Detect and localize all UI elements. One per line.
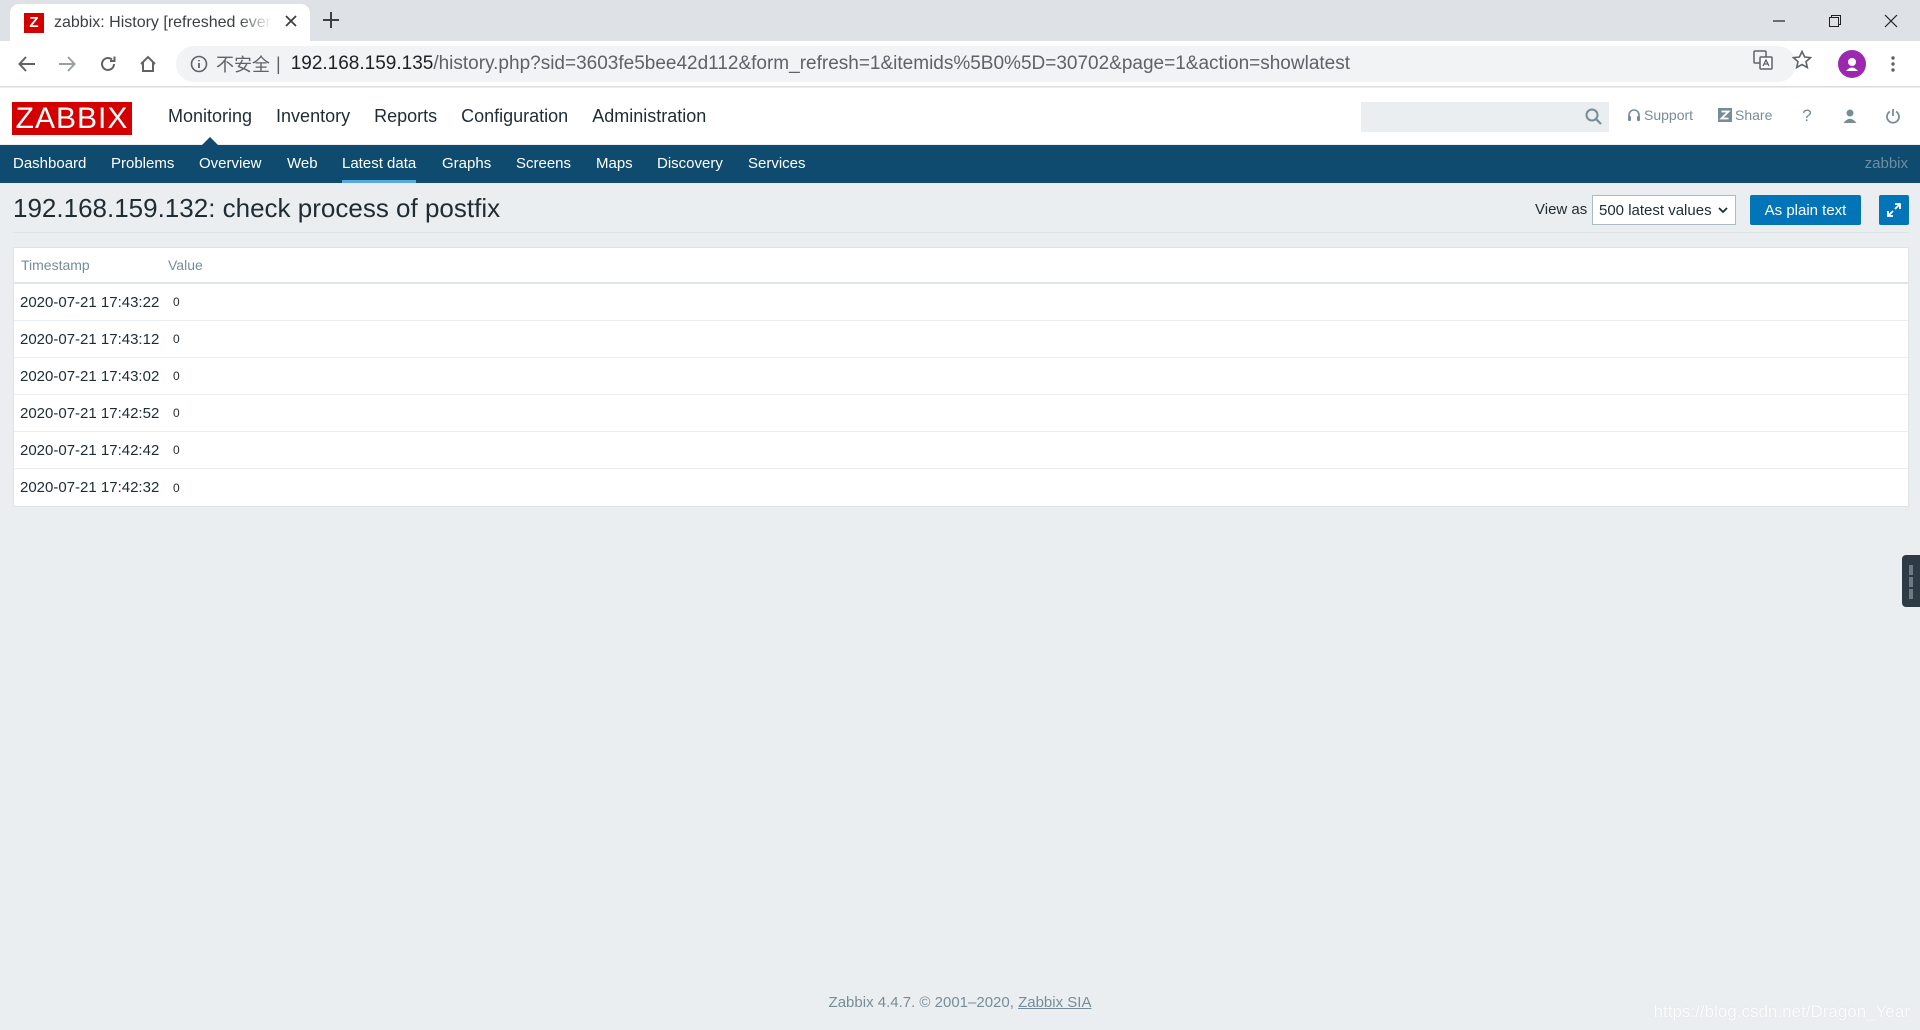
view-as-select[interactable]: 500 latest values <box>1592 195 1736 225</box>
timestamp-cell: 2020-07-21 17:42:52 <box>20 404 160 422</box>
subnav-problems[interactable]: Problems <box>111 145 174 183</box>
view-as-selected-value: 500 latest values <box>1599 201 1712 219</box>
global-search-input[interactable] <box>1361 102 1609 132</box>
forward-icon[interactable] <box>52 49 82 79</box>
support-link[interactable]: Support <box>1627 107 1693 123</box>
headset-icon <box>1628 109 1640 121</box>
value-cell: 0 <box>173 295 180 309</box>
table-row: 2020-07-21 17:43:12 0 <box>14 321 1908 358</box>
watermark: https://blog.csdn.net/Dragon_Year <box>1653 1002 1910 1021</box>
timestamp-cell: 2020-07-21 17:43:22 <box>20 293 160 311</box>
separator: | <box>276 53 281 74</box>
divider <box>13 232 1909 233</box>
menu-reports[interactable]: Reports <box>362 88 449 145</box>
tab-close-icon[interactable] <box>284 11 298 34</box>
subnav-maps[interactable]: Maps <box>596 145 633 183</box>
info-icon <box>190 55 208 73</box>
menu-inventory[interactable]: Inventory <box>264 88 362 145</box>
subnav-overview[interactable]: Overview <box>199 145 262 183</box>
value-cell: 0 <box>173 443 180 457</box>
table-row: 2020-07-21 17:42:32 0 <box>14 469 1908 506</box>
bookmark-star-icon[interactable] <box>1791 49 1813 71</box>
footer-text: Zabbix 4.4.7. © 2001–2020, <box>828 994 1014 1011</box>
help-icon[interactable]: ? <box>1795 104 1819 128</box>
side-panel-handle[interactable] <box>1902 555 1920 607</box>
table-row: 2020-07-21 17:42:52 0 <box>14 395 1908 432</box>
reload-icon[interactable] <box>93 49 123 79</box>
menu-configuration[interactable]: Configuration <box>449 88 580 145</box>
column-header-timestamp: Timestamp <box>21 257 90 273</box>
subnav-graphs[interactable]: Graphs <box>442 145 491 183</box>
timestamp-cell: 2020-07-21 17:43:02 <box>20 367 160 385</box>
subnav-screens[interactable]: Screens <box>516 145 571 183</box>
table-header: Timestamp Value <box>14 248 1908 284</box>
security-label: 不安全 <box>216 55 270 75</box>
support-label: Support <box>1644 107 1694 123</box>
sub-navigation: Dashboard Problems Overview Web Latest d… <box>0 145 1920 183</box>
table-row: 2020-07-21 17:43:02 0 <box>14 358 1908 395</box>
fullscreen-icon[interactable] <box>1879 195 1909 225</box>
window-minimize-icon[interactable] <box>1750 0 1808 41</box>
url-path: /history.php?sid=3603fe5bee42d112&form_r… <box>433 53 1351 74</box>
new-tab-icon[interactable] <box>322 6 340 34</box>
browser-tab-bar: Z zabbix: History [refreshed every <box>0 0 1920 41</box>
subnav-dashboard[interactable]: Dashboard <box>13 145 86 183</box>
profile-avatar-icon[interactable] <box>1838 50 1866 78</box>
zabbix-logo[interactable]: ZABBIX <box>12 102 132 135</box>
back-icon[interactable] <box>12 49 42 79</box>
menu-administration[interactable]: Administration <box>580 88 718 145</box>
zabbix-header: ZABBIX Monitoring Inventory Reports Conf… <box>0 88 1920 145</box>
subnav-web[interactable]: Web <box>287 145 318 183</box>
window-close-icon[interactable] <box>1862 0 1920 41</box>
search-icon[interactable] <box>1584 107 1604 127</box>
sign-out-power-icon[interactable] <box>1881 104 1905 128</box>
value-cell: 0 <box>173 332 180 346</box>
subnav-services[interactable]: Services <box>748 145 806 183</box>
as-plain-text-button[interactable]: As plain text <box>1750 195 1861 225</box>
footer: Zabbix 4.4.7. © 2001–2020, Zabbix SIA <box>0 994 1920 1011</box>
share-link[interactable]: Share <box>1718 107 1772 123</box>
timestamp-cell: 2020-07-21 17:43:12 <box>20 330 160 348</box>
value-cell: 0 <box>173 406 180 420</box>
browser-menu-icon[interactable] <box>1880 51 1906 77</box>
footer-zabbix-link[interactable]: Zabbix SIA <box>1018 994 1091 1011</box>
timestamp-cell: 2020-07-21 17:42:42 <box>20 441 160 459</box>
table-row: 2020-07-21 17:42:42 0 <box>14 432 1908 469</box>
value-cell: 0 <box>173 480 180 495</box>
share-label: Share <box>1735 107 1773 123</box>
timestamp-cell: 2020-07-21 17:42:32 <box>20 479 160 496</box>
share-z-icon <box>1718 108 1732 122</box>
omnibox[interactable]: 不安全 | 192.168.159.135/history.php?sid=36… <box>176 46 1796 82</box>
history-table: Timestamp Value 2020-07-21 17:43:22 0 20… <box>13 247 1909 507</box>
browser-address-bar: 不安全 | 192.168.159.135/history.php?sid=36… <box>0 41 1920 87</box>
security-indicator[interactable]: 不安全 <box>190 51 270 77</box>
window-restore-icon[interactable] <box>1806 0 1864 41</box>
server-name: zabbix <box>1864 155 1908 172</box>
subnav-discovery[interactable]: Discovery <box>657 145 723 183</box>
chevron-down-icon <box>1718 207 1728 214</box>
page-title: 192.168.159.132: check process of postfi… <box>13 193 501 223</box>
column-header-value: Value <box>168 257 203 273</box>
value-cell: 0 <box>173 369 180 383</box>
translate-icon[interactable] <box>1752 49 1774 71</box>
url-text[interactable]: 192.168.159.135/history.php?sid=3603fe5b… <box>291 53 1350 75</box>
zabbix-favicon-icon: Z <box>24 12 44 33</box>
home-icon[interactable] <box>133 49 163 79</box>
top-menu: Monitoring Inventory Reports Configurati… <box>156 88 718 145</box>
menu-monitoring[interactable]: Monitoring <box>156 88 264 145</box>
user-profile-icon[interactable] <box>1838 104 1862 128</box>
view-as-label: View as <box>1535 201 1588 218</box>
table-row: 2020-07-21 17:43:22 0 <box>14 284 1908 321</box>
url-host: 192.168.159.135 <box>290 53 434 74</box>
subnav-latest-data[interactable]: Latest data <box>342 145 417 183</box>
tab-title: zabbix: History [refreshed every <box>54 13 272 31</box>
browser-tab[interactable]: Z zabbix: History [refreshed every <box>10 4 310 41</box>
